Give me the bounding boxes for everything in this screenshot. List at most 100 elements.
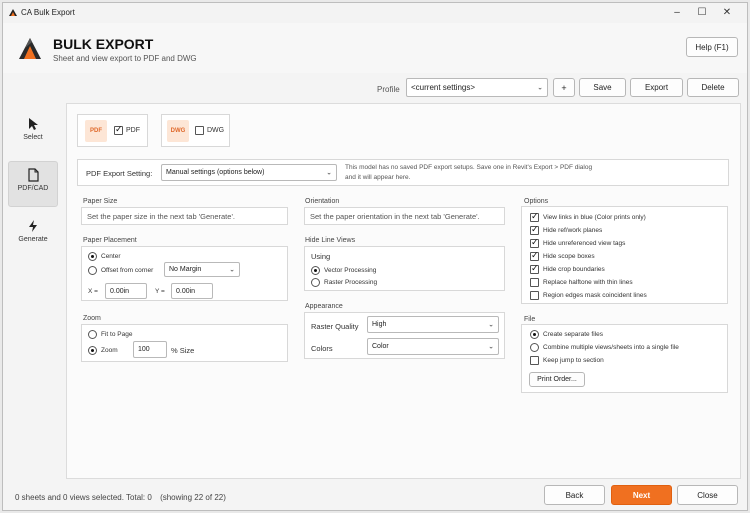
dwg-checkbox-label: DWG [207, 127, 225, 134]
next-button[interactable]: Next [611, 485, 672, 505]
profile-label: Profile [377, 85, 400, 94]
raster-processing-label: Raster Processing [324, 279, 378, 286]
chevron-down-icon: ⌄ [326, 169, 332, 177]
option-checkbox-region-edges-mask[interactable] [530, 291, 539, 300]
document-icon [28, 168, 39, 182]
offset-from-corner-label: Offset from corner [101, 267, 154, 274]
pdf-checkbox[interactable] [114, 124, 123, 135]
pdf-checkbox-label: PDF [126, 127, 140, 134]
pdf-cad-panel: PDF PDF DWG DWG PDF Export Setting: Manu… [66, 103, 741, 479]
chevron-down-icon: ⌄ [229, 266, 235, 274]
option-checkbox-hide-scope-boxes[interactable] [530, 250, 539, 261]
vector-processing-label: Vector Processing [324, 267, 377, 274]
dwg-file-icon: DWG [167, 120, 189, 142]
raster-quality-value: High [372, 321, 387, 328]
orientation-box: Set the paper orientation in the next ta… [304, 207, 505, 225]
vector-processing-radio[interactable] [311, 266, 320, 275]
option-label: Hide ref/work planes [543, 227, 603, 234]
fit-to-page-radio[interactable] [88, 330, 97, 339]
option-checkbox-hide-crop-boundaries[interactable] [530, 263, 539, 274]
lightning-icon [29, 220, 37, 232]
pdf-file-icon: PDF [85, 120, 107, 142]
file-box: Create separate files Combine multiple v… [521, 324, 728, 393]
raster-quality-label: Raster Quality [311, 322, 359, 331]
minimize-icon[interactable]: – [666, 6, 688, 20]
pdf-format-box: PDF PDF [77, 114, 148, 147]
sidebar-item-generate[interactable]: Generate [8, 213, 58, 259]
option-checkbox-view-links-blue[interactable] [530, 211, 539, 222]
combine-single-file-radio[interactable] [530, 343, 539, 352]
header: BULK EXPORT Sheet and view export to PDF… [3, 23, 747, 73]
option-label: Replace halftone with thin lines [543, 279, 633, 286]
zoom-radio-label: Zoom [101, 347, 118, 354]
bulk-export-window: CA Bulk Export – ☐ ✕ BULK EXPORT Sheet a… [2, 2, 748, 511]
showing-count: (showing 22 of 22) [160, 493, 226, 502]
pdf-export-setting-label: PDF Export Setting: [86, 169, 153, 178]
orientation-title: Orientation [305, 198, 340, 205]
zoom-percent-value: 100 [138, 346, 150, 353]
pdf-export-setting-note-cont: and it will appear here. [345, 174, 411, 181]
app-icon [9, 9, 17, 16]
sidebar-item-pdf-cad[interactable]: PDF/CAD [8, 161, 58, 207]
window-title: CA Bulk Export [21, 8, 75, 17]
export-profile-button[interactable]: Export [630, 78, 683, 97]
save-profile-button[interactable]: Save [579, 78, 626, 97]
x-offset-value: 0.00in [110, 287, 130, 295]
zoom-percent-input[interactable]: 100 [133, 341, 167, 358]
keep-jump-to-section-checkbox[interactable] [530, 356, 539, 365]
chevron-down-icon: ⌄ [488, 321, 494, 329]
center-radio[interactable] [88, 252, 97, 261]
option-checkbox-hide-ref-work-planes[interactable] [530, 224, 539, 235]
dwg-format-box: DWG DWG [161, 114, 230, 147]
margin-select[interactable]: No Margin ⌄ [164, 262, 240, 277]
option-label: View links in blue (Color prints only) [543, 214, 646, 221]
zoom-radio[interactable] [88, 346, 97, 355]
option-label: Hide scope boxes [543, 253, 595, 260]
option-checkbox-hide-unreferenced-view-tags[interactable] [530, 237, 539, 248]
keep-jump-to-section-label: Keep jump to section [543, 357, 604, 364]
using-label: Using [311, 252, 331, 261]
x-offset-input[interactable]: 0.00in [105, 283, 147, 299]
raster-processing-radio[interactable] [311, 278, 320, 287]
title-bar: CA Bulk Export – ☐ ✕ [3, 3, 747, 23]
offset-from-corner-radio[interactable] [88, 266, 97, 275]
file-title: File [524, 316, 536, 323]
option-checkbox-replace-halftone[interactable] [530, 278, 539, 287]
raster-quality-select[interactable]: High ⌄ [367, 316, 499, 333]
close-button[interactable]: Close [677, 485, 738, 505]
paper-placement-title: Paper Placement [83, 237, 137, 244]
close-window-icon[interactable]: ✕ [716, 6, 738, 20]
orientation-hint: Set the paper orientation in the next ta… [310, 212, 480, 221]
sidebar-item-label: PDF/CAD [17, 185, 49, 192]
colors-label: Colors [311, 344, 333, 353]
colors-select[interactable]: Color ⌄ [367, 338, 499, 355]
appearance-box: Raster Quality High ⌄ Colors Color ⌄ [304, 312, 505, 359]
paper-size-hint: Set the paper size in the next tab 'Gene… [87, 212, 235, 221]
zoom-box: Fit to Page Zoom 100 % Size [81, 324, 288, 362]
dwg-checkbox[interactable] [195, 126, 204, 135]
create-separate-files-radio[interactable] [530, 330, 539, 339]
print-order-button[interactable]: Print Order... [529, 372, 585, 387]
profile-select[interactable]: <current settings> ⌄ [406, 78, 548, 97]
zoom-title: Zoom [83, 315, 101, 322]
y-offset-input[interactable]: 0.00in [171, 283, 213, 299]
pdf-export-setting-note: This model has no saved PDF export setup… [345, 164, 593, 171]
sidebar-item-label: Generate [18, 236, 48, 243]
sidebar-item-select[interactable]: Select [8, 111, 58, 157]
back-button[interactable]: Back [544, 485, 605, 505]
y-offset-label: Y = [155, 288, 165, 295]
maximize-icon[interactable]: ☐ [691, 6, 713, 20]
cursor-icon [29, 118, 38, 130]
pdf-export-setting-select[interactable]: Manual settings (options below) ⌄ [161, 164, 337, 181]
add-profile-button[interactable]: + [553, 78, 575, 97]
delete-profile-button[interactable]: Delete [687, 78, 739, 97]
bulk-export-logo-icon [19, 38, 41, 59]
pdf-export-setting-row: PDF Export Setting: Manual settings (opt… [77, 159, 729, 186]
option-label: Hide unreferenced view tags [543, 240, 626, 247]
combine-single-file-label: Combine multiple views/sheets into a sin… [543, 344, 679, 351]
y-offset-value: 0.00in [176, 287, 196, 295]
center-radio-label: Center [101, 253, 121, 260]
option-label: Region edges mask coincident lines [543, 292, 647, 299]
help-button[interactable]: Help (F1) [686, 37, 738, 57]
x-offset-label: X = [88, 288, 98, 295]
